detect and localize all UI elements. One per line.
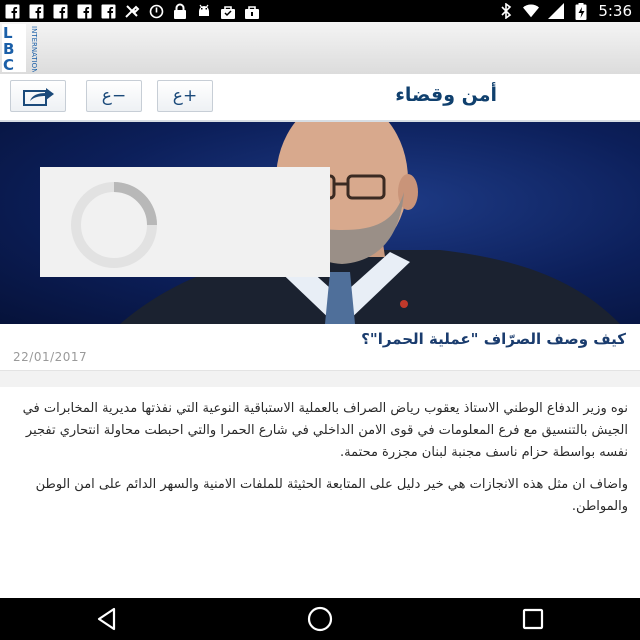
loading-spinner-icon [71, 182, 157, 268]
facebook-icon [76, 3, 92, 19]
font-decrease-button[interactable]: ع− [86, 80, 142, 112]
home-icon [307, 606, 333, 632]
lock-icon [172, 3, 188, 19]
article-title[interactable]: كيف وصف الصرّاف "عملية الحمرا"؟ [26, 330, 626, 348]
status-bar: 5:36 [0, 0, 640, 22]
navigation-bar [0, 598, 640, 640]
bluetooth-icon [498, 3, 514, 19]
clock: 5:36 [598, 2, 632, 20]
image-loading-placeholder [40, 167, 330, 277]
share-icon [23, 88, 54, 106]
lbc-logo[interactable]: L B C INTERNATIONAL [2, 24, 42, 82]
do-not-disturb-icon [148, 3, 164, 19]
facebook-icon [4, 3, 20, 19]
facebook-icon [28, 3, 44, 19]
wifi-icon [523, 3, 540, 19]
bag-icon [220, 3, 236, 19]
android-icon [196, 3, 212, 19]
facebook-icon [52, 3, 68, 19]
battery-charging-icon [573, 2, 589, 20]
tools-icon [124, 3, 140, 19]
svg-text:C: C [3, 56, 14, 72]
section-title: أمن وقضاء [395, 84, 497, 106]
font-increase-button[interactable]: ع+ [157, 80, 213, 112]
home-button[interactable] [300, 599, 340, 639]
system-icons: 5:36 [498, 0, 632, 22]
article-paragraph: واضاف ان مثل هذه الانجازات هي خير دليل ع… [35, 477, 628, 514]
facebook-icon [100, 3, 116, 19]
article-paragraph: نوه وزير الدفاع الوطني الاستاذ يعقوب ريا… [22, 401, 628, 460]
back-button[interactable] [87, 599, 127, 639]
article-date: 22/01/2017 [13, 350, 88, 364]
article-body: نوه وزير الدفاع الوطني الاستاذ يعقوب ريا… [13, 398, 628, 528]
notification-icons [4, 0, 260, 22]
back-icon [97, 607, 115, 631]
divider [0, 370, 640, 387]
signal-icon [548, 3, 565, 19]
svg-text:INTERNATIONAL: INTERNATIONAL [30, 26, 38, 72]
recents-button[interactable] [513, 599, 553, 639]
article-image[interactable] [0, 122, 640, 324]
section-toolbar: ع− ع+ أمن وقضاء [0, 74, 640, 122]
app-header [0, 22, 640, 75]
share-button[interactable] [10, 80, 66, 112]
bag-icon [244, 3, 260, 19]
recents-icon [523, 608, 544, 630]
